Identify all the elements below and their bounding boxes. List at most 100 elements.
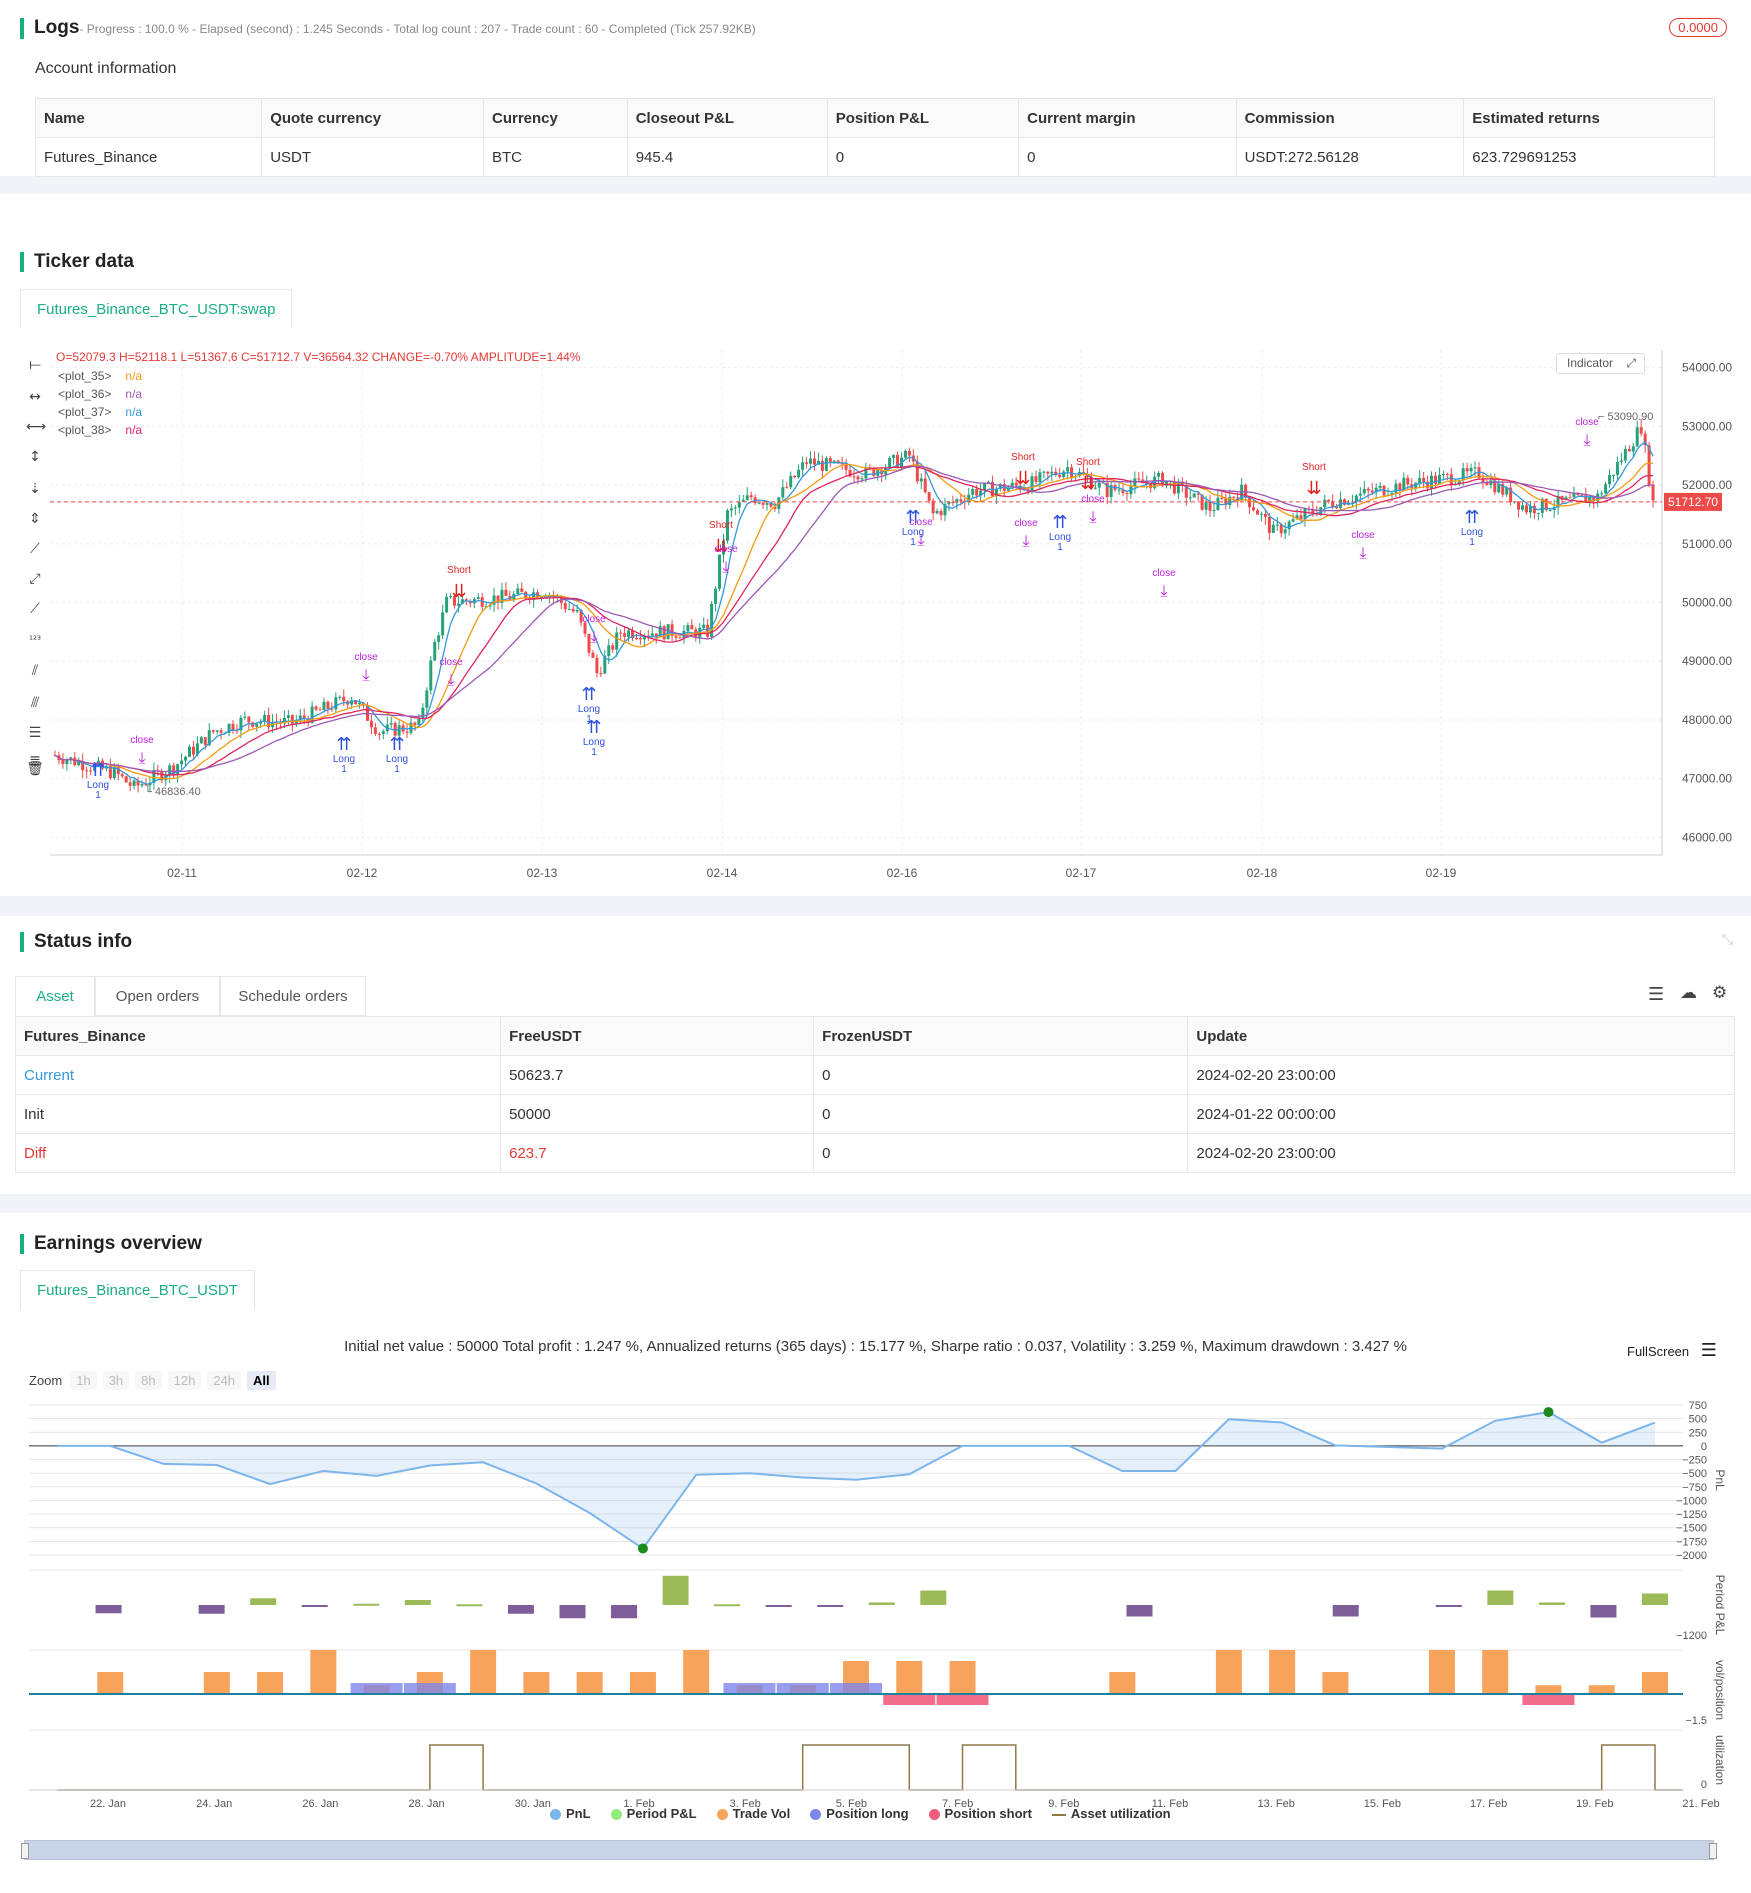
candle-body xyxy=(595,657,599,674)
candle-body xyxy=(812,458,816,465)
legend-marker xyxy=(716,1809,728,1821)
signal-qty: 1 xyxy=(910,537,916,548)
trade-vol-bar xyxy=(523,1672,550,1694)
zoom-option-3h[interactable]: 3h xyxy=(102,1371,130,1390)
column-header: Update xyxy=(1187,1016,1735,1056)
table-cell: 2024-01-22 00:00:00 xyxy=(1187,1094,1735,1134)
signal-qty: 1 xyxy=(95,790,101,801)
zoom-option-8h[interactable]: 8h xyxy=(135,1371,162,1390)
candle-body xyxy=(1604,484,1608,494)
tab-ticker-symbol[interactable]: Futures_Binance_BTC_USDT:swap xyxy=(20,289,293,329)
candle-body xyxy=(286,715,290,719)
candle-body xyxy=(801,462,805,470)
period-pnl-bar xyxy=(611,1605,638,1619)
period-pnl-bar xyxy=(1538,1602,1565,1605)
candle-body xyxy=(1358,493,1362,496)
candlestick-chart[interactable]: 54000.00 53000.00 52000.00 51000.00 50000.00… xyxy=(0,340,1751,910)
x-axis-label: 30. Jan xyxy=(515,1798,551,1810)
column-header: Name xyxy=(34,98,263,138)
x-axis-label: 17. Feb xyxy=(1470,1798,1507,1810)
candle-body xyxy=(690,625,694,630)
legend-item[interactable]: PnL xyxy=(550,1806,591,1821)
column-header: Closeout P&L xyxy=(626,98,828,138)
candle-body xyxy=(128,782,132,786)
zoom-option-all[interactable]: All xyxy=(247,1371,276,1390)
candle-body xyxy=(939,511,943,516)
trade-vol-bar xyxy=(1322,1672,1349,1694)
candle-body xyxy=(1323,499,1327,508)
asset-table-header: Futures_Binance FreeUSDT FrozenUSDT Update xyxy=(14,1016,1735,1056)
pnl-axis-label: −750 xyxy=(1682,1482,1707,1494)
table-cell: 0 xyxy=(826,137,1020,177)
menu-icon[interactable]: ☰ xyxy=(1701,1340,1717,1361)
legend-item[interactable]: Position long xyxy=(810,1806,909,1821)
legend-marker xyxy=(550,1809,561,1821)
navigator-handle-left[interactable] xyxy=(21,1843,29,1859)
trade-vol-bar xyxy=(1109,1672,1136,1694)
candle-body xyxy=(599,673,603,675)
indicator-button[interactable]: Indicator ⤢ xyxy=(1556,353,1645,374)
x-axis-label: 19. Feb xyxy=(1576,1798,1613,1810)
candle-body xyxy=(1548,509,1552,511)
pnl-axis-label: 0 xyxy=(1701,1441,1707,1453)
candle-body xyxy=(619,632,623,634)
earnings-summary: Initial net value : 50000 Total profit :… xyxy=(344,1338,1407,1355)
date-axis-label: 02-13 xyxy=(527,866,558,880)
collapse-icon[interactable]: ⤡ xyxy=(1722,932,1733,948)
signal-qty: 1 xyxy=(394,764,400,775)
cloud-download-icon[interactable]: ☁ xyxy=(1680,983,1697,1003)
zoom-option-24h[interactable]: 24h xyxy=(207,1371,242,1390)
tab-schedule-orders[interactable]: Schedule orders xyxy=(220,976,366,1016)
legend-name: <plot_37> xyxy=(58,405,112,419)
short-arrow-icon: ⇊ xyxy=(451,581,466,601)
candle-body xyxy=(203,737,207,746)
tab-asset[interactable]: Asset xyxy=(15,976,95,1016)
trade-vol-bar xyxy=(97,1672,124,1694)
legend-marker xyxy=(810,1809,822,1821)
legend-item[interactable]: Trade Vol xyxy=(716,1806,790,1821)
legend-item[interactable]: Period P&L xyxy=(610,1806,697,1821)
period-pnl-bar xyxy=(353,1603,380,1606)
tab-open-orders[interactable]: Open orders xyxy=(95,976,220,1016)
candle-body xyxy=(1232,496,1236,498)
low-price-label: └ 46836.40 xyxy=(144,784,201,798)
fullscreen-button[interactable]: FullScreen ☰ xyxy=(1627,1340,1717,1361)
zoom-option-12h[interactable]: 12h xyxy=(167,1371,202,1390)
tab-earnings-symbol[interactable]: Futures_Binance_BTC_USDT xyxy=(20,1270,255,1310)
table-cell: Futures_Binance xyxy=(34,137,263,177)
legend-item[interactable]: Asset utilization xyxy=(1051,1806,1171,1821)
candle-body xyxy=(1568,497,1572,499)
zoom-option-1h[interactable]: 1h xyxy=(70,1371,97,1390)
candle-body xyxy=(334,697,338,710)
pnl-axis-label: 750 xyxy=(1689,1400,1707,1412)
candle-body xyxy=(437,635,441,642)
legend-item: <plot_37> n/a xyxy=(58,403,142,421)
short-arrow-icon: ⇊ xyxy=(1080,473,1095,493)
date-axis-label: 02-18 xyxy=(1247,866,1278,880)
signal-label: close xyxy=(439,657,463,668)
candle-body xyxy=(1137,478,1141,480)
navigator-handle-right[interactable] xyxy=(1709,1843,1717,1859)
earnings-chart[interactable]: 750 500250 0 −250−500 −750−1000 −1250 −1500−17… xyxy=(0,1400,1751,1820)
date-axis-label: 02-16 xyxy=(887,866,918,880)
position-long-bar xyxy=(830,1683,882,1694)
settings-icon[interactable]: ⚙ xyxy=(1712,983,1727,1003)
expand-icon[interactable]: ⤢ xyxy=(1626,356,1636,370)
vol-axis-label: −1.5 xyxy=(1685,1715,1707,1727)
zoom-label: Zoom xyxy=(29,1373,63,1388)
candle-body xyxy=(405,731,409,733)
navigator-scrollbar[interactable] xyxy=(21,1840,1717,1860)
candle-body xyxy=(749,495,753,498)
trade-vol-bar xyxy=(683,1650,710,1694)
period-pnl-bar xyxy=(662,1575,689,1605)
pnl-axis-label: −1000 xyxy=(1676,1495,1707,1507)
signal-label: Short xyxy=(1302,462,1326,473)
zoom-bar: Zoom 1h 3h 8h 12h 24h All xyxy=(29,1371,282,1390)
candle-body xyxy=(1635,427,1639,447)
list-icon[interactable]: ☰ xyxy=(1648,984,1664,1005)
indicator-legend: <plot_35> n/a <plot_36> n/a <plot_37> n/a <plo… xyxy=(58,367,142,439)
legend-marker xyxy=(610,1809,622,1821)
account-table-row: Futures_Binance USDT BTC 945.4 0 0 USDT:272.56… xyxy=(34,137,1715,177)
signal-label: close xyxy=(1081,494,1105,505)
legend-item[interactable]: Position short xyxy=(928,1806,1032,1821)
